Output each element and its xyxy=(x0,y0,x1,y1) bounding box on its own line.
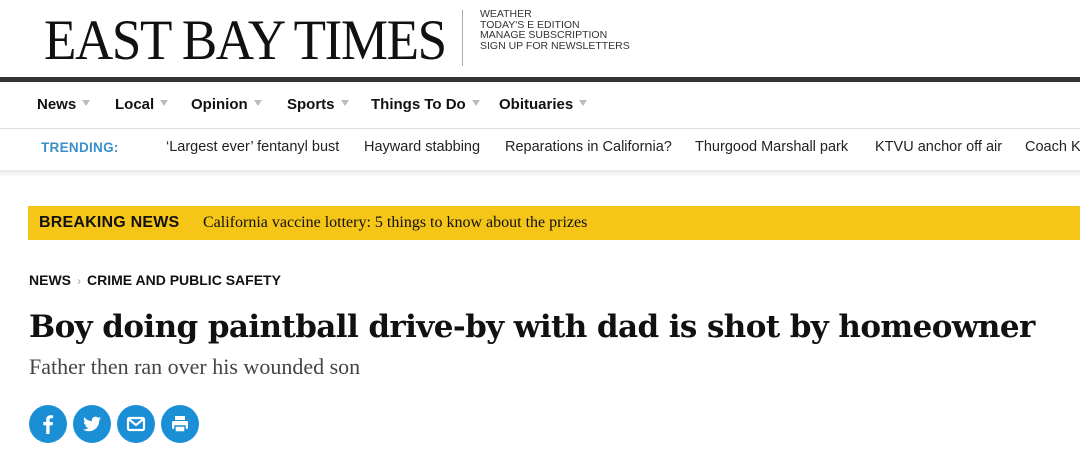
breadcrumb-crime[interactable]: CRIME AND PUBLIC SAFETY xyxy=(87,272,281,288)
chevron-right-icon: › xyxy=(77,274,81,288)
trending-bar: TRENDING: ‘Largest ever’ fentanyl bust H… xyxy=(0,130,1080,170)
newsletter-signup-link[interactable]: SIGN UP FOR NEWSLETTERS xyxy=(480,40,630,52)
print-button[interactable] xyxy=(161,405,199,443)
twitter-share-button[interactable] xyxy=(73,405,111,443)
facebook-share-button[interactable] xyxy=(29,405,67,443)
nav-item-local[interactable]: Local xyxy=(115,96,169,113)
utility-links: WEATHER TODAY'S E EDITION MANAGE SUBSCRI… xyxy=(480,9,630,51)
nav-item-opinion[interactable]: Opinion xyxy=(191,96,262,113)
primary-nav: News Local Opinion Sports Things To Do O… xyxy=(0,82,1080,129)
article-headline: Boy doing paintball drive-by with dad is… xyxy=(29,309,1035,345)
caret-down-icon xyxy=(579,100,588,106)
breadcrumb: NEWS › CRIME AND PUBLIC SAFETY xyxy=(29,272,281,288)
caret-down-icon xyxy=(340,100,349,106)
site-logo[interactable]: EAST BAY TIMES xyxy=(44,10,447,72)
caret-down-icon xyxy=(253,100,262,106)
nav-item-label: Local xyxy=(115,96,155,113)
weather-link[interactable]: WEATHER xyxy=(480,9,630,20)
breaking-news-banner: BREAKING NEWS California vaccine lottery… xyxy=(28,206,1080,240)
trending-link[interactable]: KTVU anchor off air xyxy=(875,139,1002,155)
breaking-news-label: BREAKING NEWS xyxy=(39,214,180,231)
trending-label: TRENDING: xyxy=(41,140,119,155)
masthead: EAST BAY TIMES WEATHER TODAY'S E EDITION… xyxy=(0,0,1080,78)
trending-link[interactable]: Thurgood Marshall park xyxy=(695,139,848,155)
article-subheadline: Father then ran over his wounded son xyxy=(29,354,361,379)
nav-item-news[interactable]: News xyxy=(37,96,91,113)
email-share-button[interactable] xyxy=(117,405,155,443)
masthead-divider xyxy=(462,10,463,66)
breaking-news-link[interactable]: California vaccine lottery: 5 things to … xyxy=(203,214,587,232)
trending-link[interactable]: Hayward stabbing xyxy=(364,139,480,155)
facebook-icon xyxy=(43,415,54,434)
nav-item-obituaries[interactable]: Obituaries xyxy=(499,96,588,113)
breadcrumb-news[interactable]: NEWS xyxy=(29,272,71,288)
manage-subscription-link[interactable]: MANAGE SUBSCRIPTION xyxy=(480,30,630,41)
twitter-icon xyxy=(83,416,101,432)
caret-down-icon xyxy=(160,100,169,106)
nav-item-label: News xyxy=(37,96,77,113)
caret-down-icon xyxy=(471,100,480,106)
nav-item-label: Things To Do xyxy=(371,96,466,113)
trending-link[interactable]: ‘Largest ever’ fentanyl bust xyxy=(166,139,339,155)
nav-item-label: Obituaries xyxy=(499,96,574,113)
trending-link[interactable]: Reparations in California? xyxy=(505,139,672,155)
nav-item-things-to-do[interactable]: Things To Do xyxy=(371,96,480,113)
nav-item-sports[interactable]: Sports xyxy=(287,96,349,113)
nav-item-label: Opinion xyxy=(191,96,248,113)
trending-link[interactable]: Coach K xyxy=(1025,139,1080,155)
email-icon xyxy=(126,416,146,432)
print-icon xyxy=(172,416,188,433)
trending-divider xyxy=(0,170,1080,176)
caret-down-icon xyxy=(82,100,91,106)
nav-item-label: Sports xyxy=(287,96,335,113)
